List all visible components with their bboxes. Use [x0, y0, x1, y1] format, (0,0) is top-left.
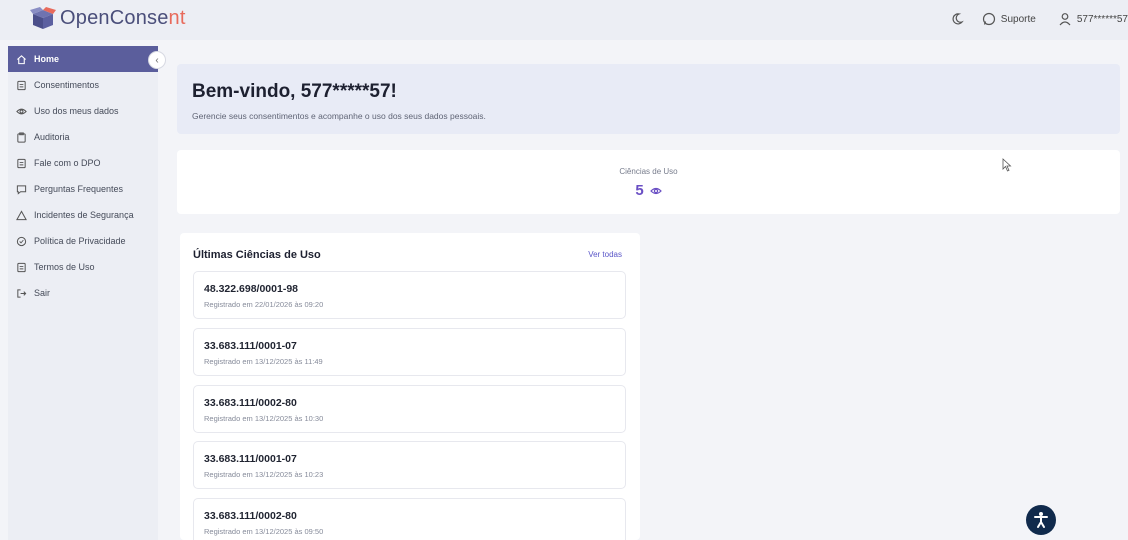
sidebar-item-label: Fale com o DPO [34, 158, 101, 168]
eye-icon [16, 108, 27, 114]
sidebar-item-faq[interactable]: Perguntas Frequentes [8, 176, 158, 202]
entry-date: Registrado em 13/12/2025 às 10:23 [204, 470, 324, 479]
sidebar-item-auditoria[interactable]: Auditoria [8, 124, 158, 150]
home-icon [17, 54, 26, 64]
entry-date: Registrado em 13/12/2025 às 09:50 [204, 527, 324, 536]
list-item[interactable]: 33.683.111/0002-80 Registrado em 13/12/2… [193, 498, 626, 540]
sidebar-item-label: Termos de Uso [34, 262, 95, 272]
sidebar-item-label: Sair [34, 288, 51, 298]
sidebar-collapse-button[interactable]: ‹ [148, 51, 166, 69]
recent-usage-card: Últimas Ciências de Uso Ver todas 48.322… [180, 233, 640, 540]
sidebar-item-privacidade[interactable]: Política de Privacidade [8, 228, 158, 254]
sidebar-item-label: Consentimentos [34, 80, 100, 90]
entry-cnpj: 48.322.698/0001-98 [204, 283, 299, 295]
sidebar-item-label: Política de Privacidade [34, 236, 126, 246]
user-menu[interactable]: 577******57 [1058, 12, 1128, 26]
warning-icon [16, 209, 27, 220]
document-icon [17, 262, 26, 272]
sidebar-item-incidentes[interactable]: Incidentes de Segurança [8, 202, 158, 228]
shield-icon [16, 236, 27, 246]
list-item[interactable]: 33.683.111/0001-07 Registrado em 13/12/2… [193, 441, 626, 489]
welcome-banner: Bem-vindo, 577*****57! Gerencie seus con… [177, 64, 1120, 134]
logout-icon [17, 288, 27, 298]
stats-value-row: 5 [177, 182, 1120, 199]
stats-value: 5 [635, 182, 644, 199]
list-item[interactable]: 33.683.111/0002-80 Registrado em 13/12/2… [193, 385, 626, 433]
accessibility-button[interactable] [1026, 505, 1056, 535]
sidebar-item-label: Perguntas Frequentes [34, 184, 124, 194]
see-all-link[interactable]: Ver todas [588, 250, 622, 259]
chevron-left-icon: ‹ [155, 54, 159, 66]
user-label: 577******57 [1076, 13, 1128, 25]
list-item[interactable]: 33.683.111/0001-07 Registrado em 13/12/2… [193, 328, 626, 376]
entry-cnpj: 33.683.111/0002-80 [204, 397, 297, 409]
sidebar-item-label: Home [34, 54, 60, 64]
sidebar-item-consentimentos[interactable]: Consentimentos [8, 72, 158, 98]
support-label: Suporte [1000, 13, 1036, 25]
document-icon [17, 80, 26, 90]
brand-name: OpenConsent [60, 6, 186, 29]
page-title: Bem-vindo, 577*****57! [192, 81, 397, 102]
sidebar: Home Consentimentos Uso dos meus dados A… [8, 46, 158, 540]
support-button[interactable]: Suporte [982, 12, 1036, 26]
entry-date: Registrado em 13/12/2025 às 11:49 [204, 357, 323, 366]
chat-icon [16, 184, 27, 195]
sidebar-item-uso-dados[interactable]: Uso dos meus dados [8, 98, 158, 124]
logo-box-icon [30, 7, 56, 29]
eye-icon [649, 187, 662, 194]
recent-usage-title: Últimas Ciências de Uso [193, 249, 321, 261]
whatsapp-icon [982, 12, 995, 26]
entry-date: Registrado em 13/12/2025 às 10:30 [204, 414, 324, 423]
moon-icon[interactable] [950, 12, 964, 26]
sidebar-item-sair[interactable]: Sair [8, 280, 158, 306]
entry-date: Registrado em 22/01/2026 às 09:20 [204, 300, 324, 309]
entry-cnpj: 33.683.111/0001-07 [204, 453, 297, 465]
sidebar-item-label: Auditoria [34, 132, 70, 142]
stats-card: Ciências de Uso 5 [177, 150, 1120, 214]
stats-label: Ciências de Uso [619, 167, 678, 176]
entry-cnpj: 33.683.111/0001-07 [204, 340, 297, 352]
list-item[interactable]: 48.322.698/0001-98 Registrado em 22/01/2… [193, 271, 626, 319]
page-subtitle: Gerencie seus consentimentos e acompanhe… [192, 111, 486, 121]
clipboard-icon [17, 131, 26, 143]
sidebar-item-label: Incidentes de Segurança [34, 210, 134, 220]
mouse-cursor-icon [1002, 158, 1012, 172]
sidebar-item-dpo[interactable]: Fale com o DPO [8, 150, 158, 176]
sidebar-item-termos[interactable]: Termos de Uso [8, 254, 158, 280]
header-actions: Suporte 577******57 [950, 12, 1128, 26]
brand-logo[interactable]: OpenConsent [30, 6, 186, 30]
user-icon [1059, 13, 1071, 26]
sidebar-item-home[interactable]: Home [8, 46, 158, 72]
entry-cnpj: 33.683.111/0002-80 [204, 510, 297, 522]
accessibility-icon [1034, 512, 1048, 528]
top-bar: OpenConsent Suporte 577******57 [0, 0, 1128, 40]
document-icon [17, 158, 26, 168]
sidebar-item-label: Uso dos meus dados [34, 106, 119, 116]
